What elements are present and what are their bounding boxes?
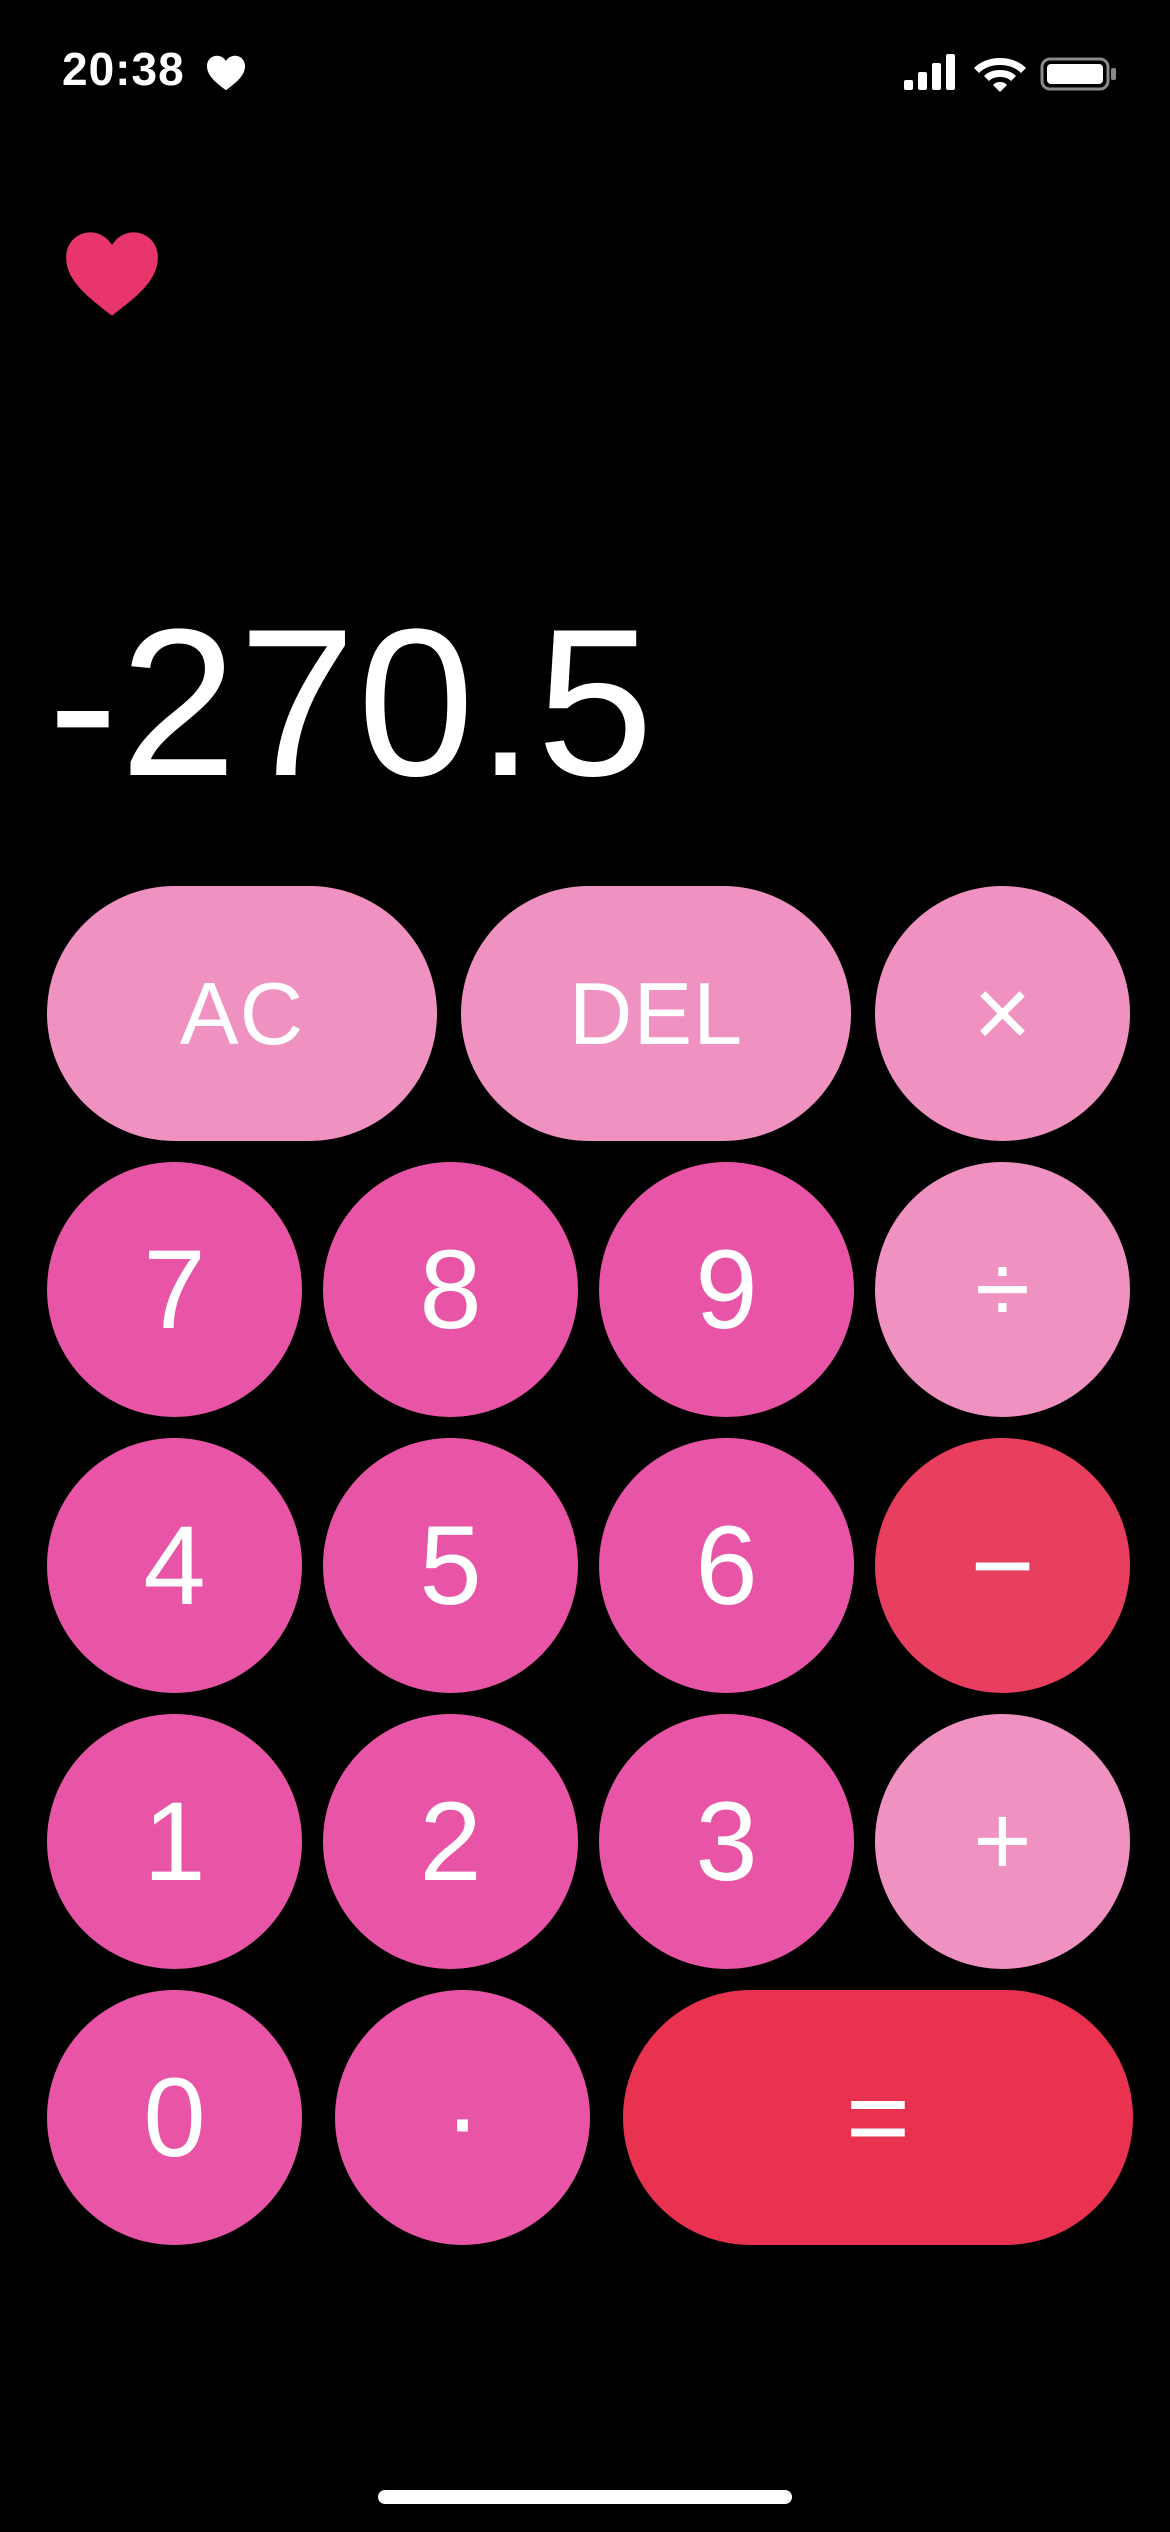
heart-icon[interactable] bbox=[62, 228, 162, 320]
decimal-button[interactable]: · bbox=[335, 1990, 590, 2245]
delete-button[interactable]: DEL bbox=[461, 886, 851, 1141]
digit-6-button[interactable]: 6 bbox=[599, 1438, 854, 1693]
equals-button[interactable]: = bbox=[623, 1990, 1133, 2245]
home-indicator[interactable] bbox=[378, 2490, 792, 2504]
battery-icon bbox=[1040, 57, 1116, 91]
calculator-display: -270.5 bbox=[48, 585, 656, 820]
digit-9-button[interactable]: 9 bbox=[599, 1162, 854, 1417]
wifi-icon bbox=[974, 58, 1026, 92]
subtract-button[interactable]: − bbox=[875, 1438, 1130, 1693]
heart-icon bbox=[207, 55, 245, 91]
status-time: 20:38 bbox=[62, 43, 185, 95]
digit-4-button[interactable]: 4 bbox=[47, 1438, 302, 1693]
add-button[interactable]: + bbox=[875, 1714, 1130, 1969]
digit-7-button[interactable]: 7 bbox=[47, 1162, 302, 1417]
digit-1-button[interactable]: 1 bbox=[47, 1714, 302, 1969]
digit-8-button[interactable]: 8 bbox=[323, 1162, 578, 1417]
signal-icon bbox=[904, 54, 955, 90]
digit-3-button[interactable]: 3 bbox=[599, 1714, 854, 1969]
digit-2-button[interactable]: 2 bbox=[323, 1714, 578, 1969]
multiply-button[interactable]: × bbox=[875, 886, 1130, 1141]
digit-0-button[interactable]: 0 bbox=[47, 1990, 302, 2245]
digit-5-button[interactable]: 5 bbox=[323, 1438, 578, 1693]
clear-button[interactable]: AC bbox=[47, 886, 437, 1141]
status-bar: 20:38 bbox=[0, 0, 1170, 140]
divide-button[interactable]: ÷ bbox=[875, 1162, 1130, 1417]
